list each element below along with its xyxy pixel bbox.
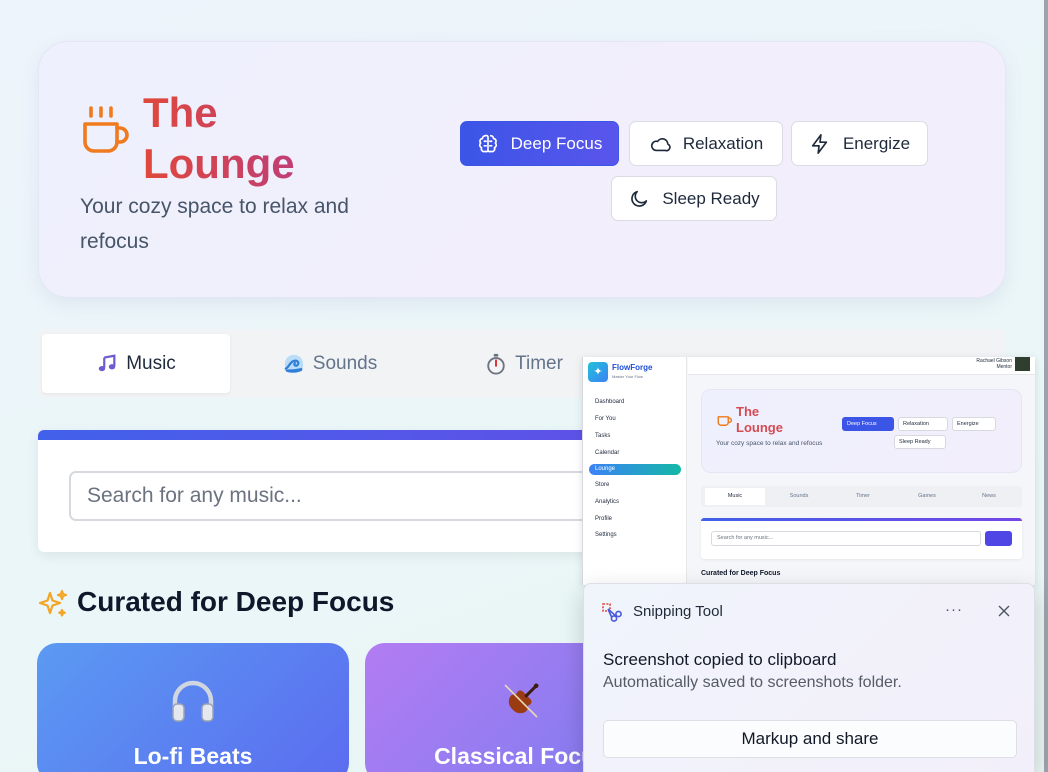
brain-icon [478, 134, 497, 152]
snipping-tool-icon [602, 603, 622, 622]
more-options-icon[interactable]: ··· [940, 598, 968, 624]
playlist-card-lofi[interactable]: Lo-fi Beats [37, 643, 349, 772]
thumbnail-section-title: Curated for Deep Focus [701, 570, 781, 577]
thumbnail-title-line: The [736, 404, 760, 419]
screenshot-preview-thumbnail[interactable]: ✦ FlowForge Master Your Flow Dashboard F… [582, 357, 1035, 585]
thumbnail-nav-item: For You [595, 416, 616, 422]
thumbnail-title: The Lounge [736, 404, 783, 436]
lounge-hero: The Lounge Your cozy space to relax and … [38, 41, 1006, 298]
lightning-icon [811, 133, 828, 154]
mood-button-energize[interactable]: Energize [791, 121, 928, 166]
tab-label: Music [126, 352, 176, 374]
music-note-icon [98, 353, 116, 371]
headphones-icon [172, 680, 214, 722]
cloud-icon [650, 137, 671, 152]
thumbnail-brand-tagline: Master Your Flow [612, 374, 643, 379]
sparkles-icon [38, 589, 68, 617]
thumbnail-mood-chip: Deep Focus [842, 417, 894, 431]
thumbnail-topbar: Rachael Gibson Mentor [688, 357, 1035, 375]
mood-label: Deep Focus [510, 133, 603, 153]
page-subtitle: Your cozy space to relax and refocus [80, 195, 349, 253]
thumbnail-nav-item: Calendar [595, 450, 620, 456]
thumbnail-brand: FlowForge [612, 363, 653, 372]
coffee-cup-icon [83, 106, 129, 153]
coffee-cup-icon [717, 416, 732, 426]
avatar [1015, 357, 1030, 371]
thumbnail-nav-item: Store [595, 482, 610, 488]
card-title: Classical Focus [434, 743, 608, 769]
thumbnail-tabs: Music Sounds Timer Games News [701, 486, 1022, 507]
notification-body: Automatically saved to screenshots folde… [603, 674, 902, 691]
notification-heading: Screenshot copied to clipboard [603, 650, 837, 669]
thumbnail-mood-chip: Relaxation [898, 417, 948, 431]
section-title: Curated for Deep Focus [77, 586, 395, 617]
card-title: Lo-fi Beats [133, 743, 253, 769]
thumbnail-search: Search for any music... [711, 531, 981, 546]
music-search-input[interactable] [69, 471, 669, 521]
moon-icon [631, 190, 648, 207]
tab-label: Sounds [312, 352, 378, 374]
thumbnail-user: Rachael Gibson Mentor [976, 358, 1012, 370]
thumbnail-tab: News [982, 493, 996, 499]
gradient-accent-bar [701, 518, 1022, 521]
thumbnail-nav-item: Analytics [595, 499, 620, 505]
mood-button-deep-focus[interactable]: Deep Focus [460, 121, 619, 166]
mood-label: Energize [842, 133, 911, 153]
notification-app-name: Snipping Tool [633, 603, 723, 620]
thumbnail-nav-item: Profile [595, 516, 613, 522]
thumbnail-nav-item: Dashboard [595, 399, 625, 405]
thumbnail-nav-item-active: Lounge [589, 464, 681, 475]
mood-label: Sleep Ready [662, 188, 760, 208]
mood-button-relaxation[interactable]: Relaxation [629, 121, 783, 166]
thumbnail-mood-chip: Energize [952, 417, 996, 431]
thumbnail-tab: Sounds [789, 493, 809, 499]
thumbnail-user-role: Mentor [996, 364, 1012, 370]
thumbnail-mood-chip: Sleep Ready [894, 435, 946, 449]
violin-icon [504, 683, 539, 718]
tab-music[interactable]: Music [42, 334, 230, 393]
thumbnail-subtitle: Your cozy space to relax and refocus [716, 440, 823, 447]
scrollbar-thumb[interactable] [1044, 0, 1048, 772]
mood-button-sleep-ready[interactable]: Sleep Ready [611, 176, 777, 221]
page-title: The Lounge [143, 87, 343, 189]
thumbnail-nav-item: Tasks [595, 433, 611, 439]
brand-logo-icon: ✦ [588, 362, 608, 382]
thumbnail-tab: Games [918, 493, 936, 499]
stopwatch-icon [487, 353, 505, 375]
thumbnail-search-button [985, 531, 1012, 546]
wave-icon [284, 354, 303, 373]
thumbnail-sidebar: ✦ FlowForge Master Your Flow Dashboard F… [583, 357, 687, 585]
tab-label: Timer [515, 352, 563, 374]
thumbnail-nav-item: Settings [595, 532, 617, 538]
thumbnail-title-line: Lounge [736, 420, 783, 435]
thumbnail-tab: Timer [856, 493, 870, 499]
thumbnail-tab: Music [705, 488, 765, 505]
markup-and-share-button[interactable]: Markup and share [603, 720, 1017, 758]
tab-sounds[interactable]: Sounds [236, 334, 424, 393]
mood-label: Relaxation [682, 133, 764, 153]
close-icon[interactable] [990, 598, 1018, 624]
thumbnail-search-card: Search for any music... [701, 518, 1022, 559]
thumbnail-hero: The Lounge Your cozy space to relax and … [701, 389, 1022, 473]
snipping-tool-notification: Snipping Tool ··· Screenshot copied to c… [583, 583, 1035, 772]
